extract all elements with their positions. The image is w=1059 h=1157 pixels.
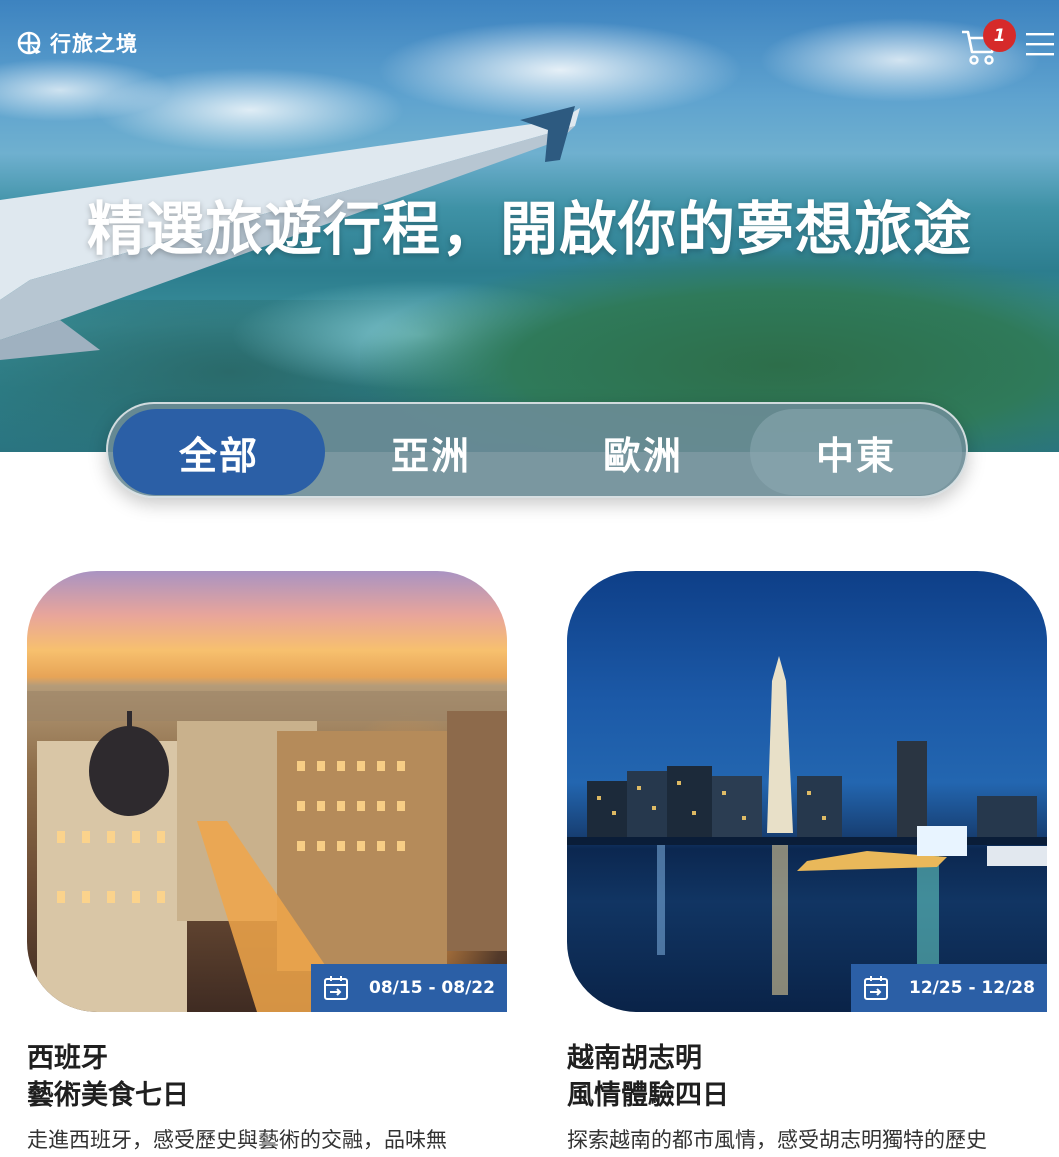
cart-count-badge: 1 [983,19,1016,52]
tour-title-line2: 風情體驗四日 [567,1080,729,1111]
tab-asia[interactable]: 亞洲 [325,409,537,495]
hero-title: 精選旅遊行程，開啟你的夢想旅途 [86,195,972,263]
tab-all[interactable]: 全部 [113,409,325,495]
calendar-icon [324,976,349,1000]
tour-description: 探索越南的都市風情，感受胡志明獨特的歷史 [567,1128,987,1152]
region-filter-tabs: 全部 亞洲 歐洲 中東 [106,402,968,498]
tour-title[interactable]: 西班牙 藝術美食七日 [27,1040,507,1114]
logo-text: 行旅之境 [50,31,138,56]
tour-title[interactable]: 越南胡志明 風情體驗四日 [567,1040,1047,1114]
saigon-city-image[interactable]: 12/25 - 12/28 [567,571,1047,1012]
tour-date: 08/15 - 08/22 [369,978,495,998]
hamburger-menu-icon[interactable] [1026,31,1054,57]
tab-middle-east[interactable]: 中東 [750,409,962,495]
tour-title-line1: 西班牙 [27,1043,108,1074]
madrid-city-image[interactable]: 08/15 - 08/22 [27,571,507,1012]
date-badge: 08/15 - 08/22 [311,964,507,1012]
tour-title-line1: 越南胡志明 [567,1043,702,1074]
madrid-buildings-illustration [27,691,507,1012]
saigon-skyline-illustration [567,656,1047,995]
tour-card-spain[interactable]: 08/15 - 08/22 西班牙 藝術美食七日 走進西班牙，感受歷史與藝術的交… [27,571,507,1154]
tab-europe[interactable]: 歐洲 [537,409,749,495]
tour-title-line2: 藝術美食七日 [27,1080,189,1111]
tour-description: 走進西班牙，感受歷史與藝術的交融，品味無 [27,1128,447,1152]
site-logo[interactable]: 行旅之境 [16,28,138,58]
tour-card-vietnam[interactable]: 12/25 - 12/28 越南胡志明 風情體驗四日 探索越南的都市風情，感受胡… [567,571,1047,1154]
date-badge: 12/25 - 12/28 [851,964,1047,1012]
calendar-icon [864,976,889,1000]
tour-date: 12/25 - 12/28 [909,978,1035,998]
globe-plane-icon [17,31,41,55]
